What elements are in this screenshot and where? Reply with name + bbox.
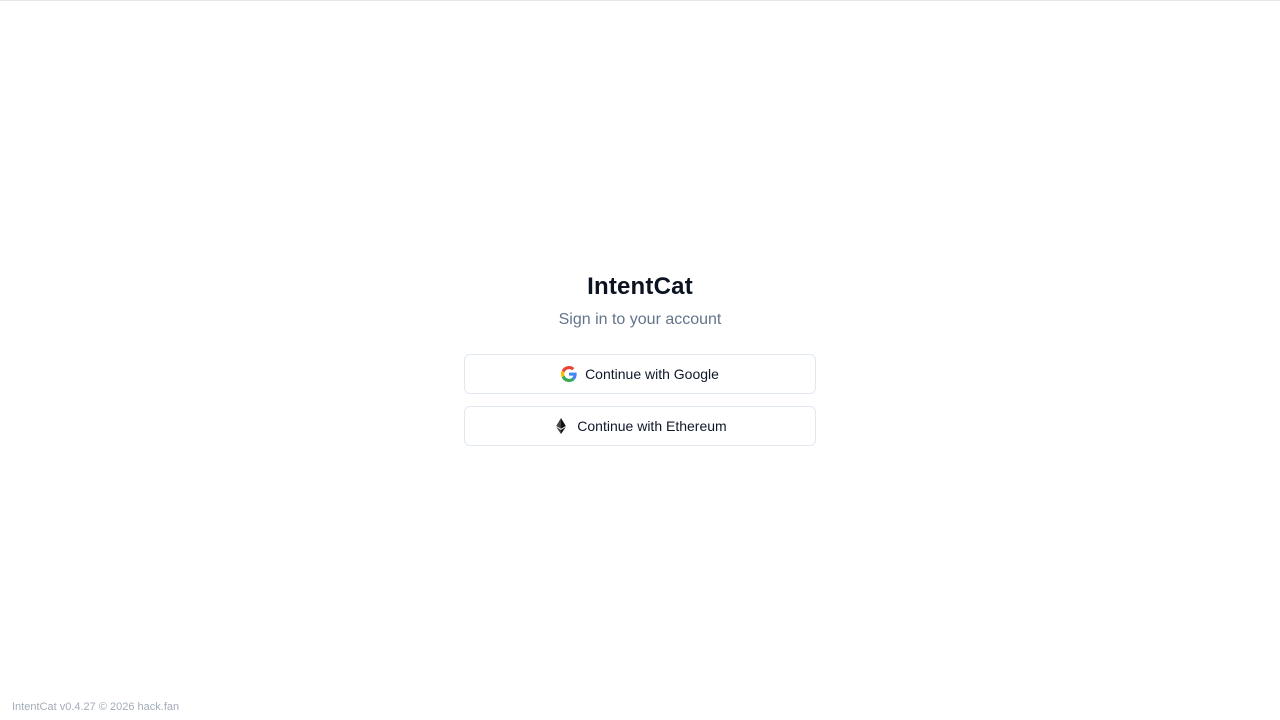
google-button-label: Continue with Google [585, 366, 719, 382]
login-page: IntentCat Sign in to your account Contin… [0, 0, 1280, 720]
continue-with-google-button[interactable]: Continue with Google [464, 354, 816, 394]
continue-with-ethereum-button[interactable]: Continue with Ethereum [464, 406, 816, 446]
ethereum-button-label: Continue with Ethereum [577, 418, 727, 434]
ethereum-icon [553, 418, 569, 434]
google-icon [561, 366, 577, 382]
sign-in-subtitle: Sign in to your account [558, 311, 722, 328]
footer-version-text: IntentCat v0.4.27 © 2026 hack.fan [12, 701, 180, 713]
app-title: IntentCat [587, 273, 693, 300]
sign-in-card: IntentCat Sign in to your account Contin… [464, 271, 816, 446]
